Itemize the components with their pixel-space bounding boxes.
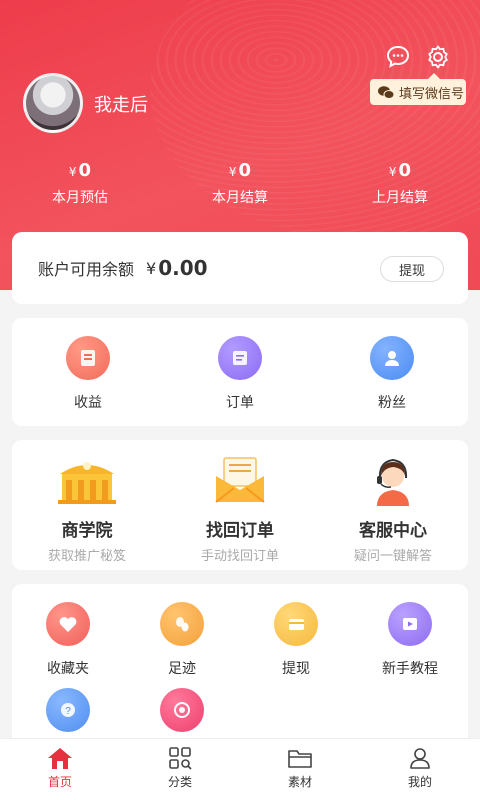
tool-tutorial[interactable]: 新手教程	[350, 602, 470, 678]
feature-subtitle: 疑问一键解答	[353, 549, 432, 564]
avatar[interactable]	[23, 73, 83, 133]
currency-symbol: ¥	[68, 165, 77, 179]
wechat-icon	[378, 85, 394, 99]
tab-mine[interactable]: 我的	[360, 745, 480, 790]
tab-label: 我的	[407, 775, 432, 789]
balance-value: 0.00	[158, 256, 208, 280]
tool-label: 新手教程	[382, 661, 438, 677]
favorites-icon	[46, 602, 90, 646]
category-icon	[120, 745, 240, 771]
tab-label: 分类	[167, 775, 192, 789]
feature-subtitle: 获取推广秘笈	[47, 549, 126, 564]
withdraw-icon	[274, 602, 318, 646]
stat-label: 本月结算	[212, 190, 268, 206]
income-icon	[66, 336, 110, 380]
quick-item-order[interactable]: 订单	[180, 336, 300, 412]
quick-item-label: 粉丝	[378, 395, 406, 411]
stat-amount: 0	[398, 160, 412, 181]
stat-amount: 0	[238, 160, 252, 181]
message-icon[interactable]	[383, 42, 413, 72]
currency-symbol: ¥	[228, 165, 237, 179]
stat-label: 本月预估	[52, 190, 108, 206]
balance-label: 账户可用余额	[38, 260, 135, 279]
stat-amount: 0	[78, 160, 92, 181]
tool-label: 收藏夹	[47, 661, 89, 677]
home-icon	[0, 745, 120, 771]
tutorial-icon	[388, 602, 432, 646]
feature-academy[interactable]: 商学院 获取推广秘笈	[12, 454, 162, 564]
settings-icon[interactable]	[423, 42, 453, 72]
fill-wechat-button[interactable]: 填写微信号	[370, 73, 466, 105]
tool-favorites[interactable]: 收藏夹	[8, 602, 128, 678]
tab-category[interactable]: 分类	[120, 745, 240, 790]
feature-title: 商学院	[61, 521, 113, 541]
academy-icon	[58, 462, 116, 504]
stat-last-month-settled[interactable]: ¥0 上月结算	[340, 160, 460, 207]
aperture-icon	[160, 688, 204, 732]
quick-access-card: 收益 订单 粉丝	[12, 318, 468, 426]
fans-icon	[370, 336, 414, 380]
svg-text:?: ?	[65, 706, 71, 717]
tab-home[interactable]: 首页	[0, 745, 120, 790]
tab-label: 素材	[287, 775, 312, 789]
feature-subtitle: 手动找回订单	[200, 549, 279, 564]
currency-symbol: ¥	[388, 165, 397, 179]
quick-item-fans[interactable]: 粉丝	[332, 336, 452, 412]
feature-retrieve-order[interactable]: 找回订单 手动找回订单	[165, 454, 315, 564]
stat-month-estimate[interactable]: ¥0 本月预估	[20, 160, 140, 207]
tools-card: 收藏夹 足迹 提现 新手教程 ?	[12, 584, 468, 754]
wechat-tag-label: 填写微信号	[399, 86, 465, 102]
withdraw-button[interactable]: 提现	[380, 256, 444, 282]
balance-card: 账户可用余额 ¥ 0.00 提现	[12, 232, 468, 304]
customer-service-icon	[377, 458, 409, 506]
quick-item-income[interactable]: 收益	[28, 336, 148, 412]
tool-help[interactable]: ?	[8, 688, 128, 744]
tool-label: 提现	[282, 661, 310, 677]
feature-card: 商学院 获取推广秘笈 找回订单 手动找回订单 客服中心 疑问一键解答	[12, 440, 468, 570]
bottom-tab-bar: 首页 分类 素材 我的	[0, 738, 480, 800]
folder-icon	[240, 745, 360, 771]
footprint-icon	[160, 602, 204, 646]
tool-withdraw[interactable]: 提现	[236, 602, 356, 678]
quick-item-label: 订单	[226, 395, 254, 411]
order-icon	[218, 336, 262, 380]
tool-footprint[interactable]: 足迹	[122, 602, 242, 678]
profile-icon	[360, 745, 480, 771]
stat-label: 上月结算	[372, 190, 428, 206]
help-icon: ?	[46, 688, 90, 732]
feature-title: 找回订单	[206, 521, 274, 541]
tab-label: 首页	[47, 775, 72, 789]
retrieve-order-icon	[215, 457, 265, 503]
feature-customer-service[interactable]: 客服中心 疑问一键解答	[318, 454, 468, 564]
tool-label: 足迹	[168, 661, 196, 677]
feature-title: 客服中心	[359, 521, 427, 541]
currency-symbol: ¥	[146, 258, 157, 278]
username: 我走后	[94, 95, 148, 116]
tab-materials[interactable]: 素材	[240, 745, 360, 790]
tool-aperture[interactable]	[122, 688, 242, 744]
stat-month-settled[interactable]: ¥0 本月结算	[180, 160, 300, 207]
quick-item-label: 收益	[74, 395, 102, 411]
